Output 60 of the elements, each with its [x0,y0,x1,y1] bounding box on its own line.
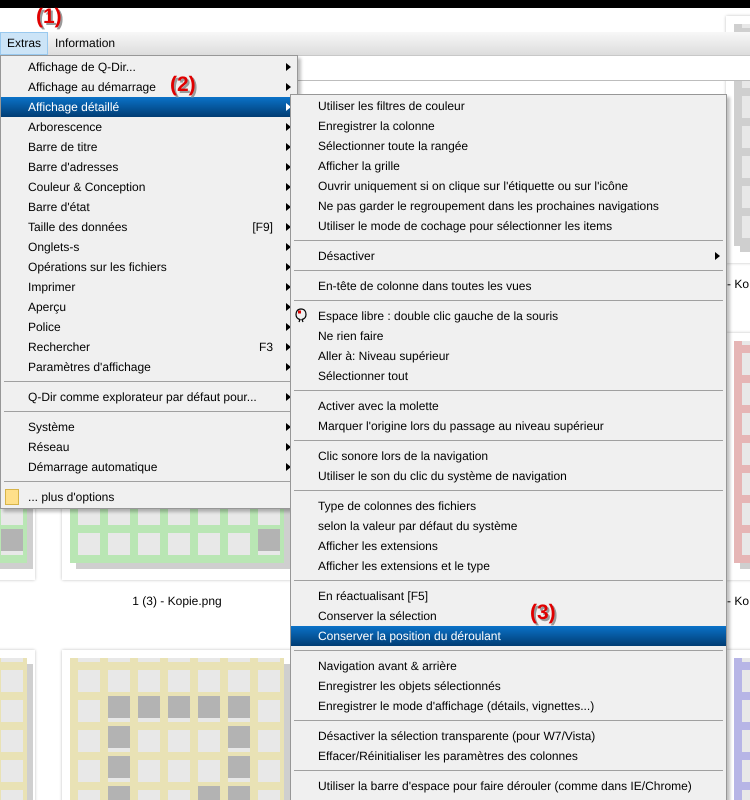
step-marker: (1) [36,5,62,29]
menu-item[interactable]: Enregistrer la colonne [291,116,439,136]
menu-item[interactable]: Afficher les extensions [291,536,442,556]
menu-item[interactable]: Utiliser le mode de cochage pour sélectionner les items [291,216,616,236]
menu-item[interactable]: Type de colonnes des fichiers [291,496,480,516]
menu-item[interactable]: selon la valeur par défaut du système [291,516,522,536]
menu-item[interactable]: Aller à: Niveau supérieur [291,346,454,366]
menu-item[interactable]: Navigation avant & arrière [291,656,461,676]
menu-item[interactable]: Aperçu [1,297,70,317]
menu-item[interactable]: Marquer l'origine lors du passage au niveau supérieur [291,416,608,436]
file-name-label: - Ko [726,594,750,608]
menu-item[interactable]: Activer avec la molette [291,396,443,416]
menu-item[interactable]: Affichage au démarrage [1,77,160,97]
menu-item[interactable]: Démarrage automatique [1,457,162,477]
menu-item[interactable]: Utiliser la barre d'espace pour faire dérouler (comme dans IE/Chrome) [291,776,696,796]
menu-item[interactable]: Afficher les extensions et le type [291,556,494,576]
address-bar[interactable] [297,56,750,81]
menu-item[interactable]: Effacer/Réinitialiser les paramètres des colonnes [291,746,582,766]
file-name-label: - Ko [726,277,750,291]
menu-item[interactable]: En réactualisant [F5] [291,586,432,606]
menu-item[interactable]: Ne rien faire [291,326,388,346]
menu-item[interactable]: Désactiver la sélection transparente (pour W7/Vista) [291,726,600,746]
file-name-label: 1 (3) - Kopie.png [131,594,223,608]
menu-item[interactable]: Sélectionner toute la rangée [291,136,472,156]
menu-item[interactable]: Paramètres d'affichage [1,357,155,377]
menu-item[interactable]: Désactiver [291,246,379,266]
shortcut-label: F3 [258,339,273,356]
menu-item[interactable]: Q-Dir comme explorateur par défaut pour... [1,387,261,407]
menu-bar-item[interactable]: Information [48,32,122,55]
shortcut-label: [F9] [252,219,273,236]
menu-item[interactable]: Afficher la grille [291,156,404,176]
menu-item[interactable]: Onglets-s [1,237,84,257]
menu-item[interactable]: Système [1,417,79,437]
step-marker: (2) [170,73,196,97]
menu-item[interactable]: Arborescence [1,117,106,137]
menu-item[interactable]: Barre d'état [1,197,94,217]
menu-item[interactable]: Conserver la sélection [291,606,441,626]
menu-item[interactable]: Taille des données [1,217,132,237]
menu-item[interactable]: Opérations sur les fichiers [1,257,171,277]
menu-item[interactable]: Espace libre : double clic gauche de la souris [291,306,562,326]
menu-item[interactable]: Barre d'adresses [1,157,122,177]
menu-item[interactable]: Police [1,317,65,337]
menu-item[interactable]: Couleur & Conception [1,177,150,197]
menu-item[interactable]: Imprimer [1,277,80,297]
menu-item[interactable]: Réseau [1,437,74,457]
menu-item[interactable]: Rechercher [1,337,94,357]
menu-item[interactable]: ... plus d'options [1,487,118,507]
menu-item[interactable]: Barre de titre [1,137,102,157]
menu-item[interactable]: Ouvrir uniquement si on clique sur l'étiquette ou sur l'icône [291,176,632,196]
menu-item[interactable]: Clic sonore lors de la navigation [291,446,492,466]
menu-bar-item[interactable]: Extras [0,32,48,55]
menu-item[interactable]: Sélectionner tout [291,366,412,386]
menu-item[interactable]: Enregistrer les objets sélectionnés [291,676,505,696]
menu-item[interactable]: Ne pas garder le regroupement dans les prochaines navigations [291,196,663,216]
menu-item[interactable]: Utiliser le son du clic du système de navigation [291,466,571,486]
step-marker: (3) [530,601,556,625]
menu-item[interactable]: En-tête de colonne dans toutes les vues [291,276,536,296]
menu-item[interactable]: Conserver la position du déroulant [291,626,726,646]
menu-item[interactable]: Enregistrer le mode d'affichage (détails, vignettes...) [291,696,598,716]
menu-item[interactable]: Affichage de Q-Dir... [1,57,140,77]
